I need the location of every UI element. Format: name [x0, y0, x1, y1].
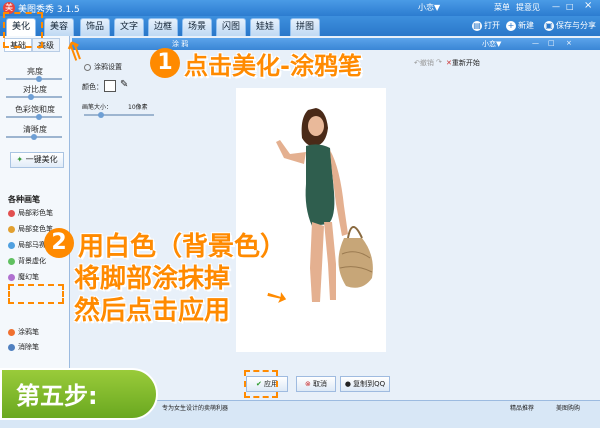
tab-scene[interactable]: 场景: [182, 18, 212, 36]
annotation-step-2-line3: 然后点击应用: [74, 296, 231, 326]
tab-frame[interactable]: 边框: [148, 18, 178, 36]
save-icon: ▣: [544, 20, 554, 31]
contrast-slider[interactable]: [6, 94, 62, 100]
cancel-icon: ⊗: [304, 380, 314, 388]
restart-label: 重新开始: [451, 59, 480, 67]
qq-icon: ●: [344, 380, 354, 388]
link-meitu-shop[interactable]: 美图购购: [556, 403, 580, 412]
window-maximize-button[interactable]: □: [548, 39, 555, 47]
feedback-button[interactable]: 提意见: [516, 2, 540, 13]
brush-item-doodle[interactable]: 涂鸦笔: [8, 325, 68, 339]
undo-button[interactable]: ↶撤销: [414, 58, 434, 68]
window-close-button[interactable]: ×: [566, 39, 572, 47]
minimize-button[interactable]: —: [552, 2, 560, 11]
tab-accessories[interactable]: 饰品: [80, 18, 110, 36]
slider-label-contrast: 对比度: [23, 85, 47, 94]
title-bar: 美 美图秀秀 3.1.5 小恋▼ 菜单 提意见 — □ ×: [0, 0, 600, 16]
tab-text[interactable]: 文字: [114, 18, 144, 36]
brush-icon: [8, 209, 15, 217]
save-share-button[interactable]: ▣ 保存与分享: [544, 20, 596, 31]
brush-label: 背景虚化: [18, 257, 46, 265]
slider-label-brightness: 亮度: [27, 67, 43, 76]
restart-button[interactable]: ✕重新开始: [446, 58, 480, 68]
wand-icon: ✦: [16, 155, 26, 164]
one-key-label: 一键美化: [25, 155, 58, 164]
open-button[interactable]: ▤ 打开: [472, 20, 500, 31]
slider-knob[interactable]: [36, 76, 42, 82]
brush-label: 消除笔: [18, 343, 39, 351]
folder-icon: ▤: [472, 20, 482, 31]
tab-collage[interactable]: 拼图: [290, 18, 320, 36]
brush-item-partial-color[interactable]: 局部彩色笔: [8, 206, 68, 220]
tab-flash[interactable]: 闪图: [216, 18, 246, 36]
highlight-beautify-tab: [3, 12, 43, 48]
slider-knob[interactable]: [28, 94, 34, 100]
settings-title-text: 涂鸦设置: [94, 63, 122, 71]
copy-label: 复制到QQ: [353, 380, 386, 388]
brush-icon: [8, 273, 15, 281]
status-promo[interactable]: 专为女生设计的卖萌利器: [162, 403, 228, 412]
color-swatch[interactable]: [104, 80, 116, 92]
left-panel: 基础 高级 亮度 对比度 色彩饱和度 清晰度 ✦ 一键美化 各种画笔 局部彩色笔…: [0, 36, 70, 400]
step-banner: 第五步:: [0, 368, 158, 420]
radio-icon: [84, 63, 91, 71]
redo-button[interactable]: ↷: [436, 58, 442, 66]
photo-canvas[interactable]: [236, 88, 386, 352]
brush-icon: [8, 343, 15, 351]
brush-label: 局部彩色笔: [18, 209, 53, 217]
open-label: 打开: [484, 21, 500, 30]
highlight-doodle-brush: [8, 284, 64, 304]
redo-icon: ↷: [436, 58, 442, 66]
cancel-label: 取消: [313, 380, 328, 388]
photo-image: [276, 108, 373, 302]
saturation-slider[interactable]: [6, 114, 62, 120]
annotation-step-1: 点击美化-涂鸦笔: [184, 52, 362, 80]
annotation-number-2: 2: [44, 228, 74, 258]
brush-label: 魔幻笔: [18, 273, 39, 281]
brush-size-value: 10像素: [128, 104, 148, 111]
slider-label-saturation: 色彩饱和度: [15, 105, 55, 114]
brush-size-label: 画笔大小：: [82, 104, 113, 111]
brush-icon: [8, 257, 15, 265]
plus-icon: +: [506, 20, 516, 31]
copy-to-qq-button[interactable]: ● 复制到QQ: [340, 376, 390, 392]
link-recommend[interactable]: 精品推荐: [510, 403, 534, 412]
brush-item-eraser[interactable]: 消除笔: [8, 340, 68, 354]
tab-doll[interactable]: 娃娃: [250, 18, 280, 36]
undo-label: 撤销: [419, 59, 434, 67]
maximize-button[interactable]: □: [566, 2, 574, 11]
highlight-apply-button: [244, 370, 278, 398]
brush-icon: [8, 241, 15, 249]
user-menu[interactable]: 小恋▼: [418, 2, 440, 13]
window-user-menu[interactable]: 小恋▼: [482, 39, 501, 49]
brush-label: 涂鸦笔: [18, 328, 39, 336]
settings-title: 涂鸦设置: [84, 62, 122, 72]
annotation-number-1: 1: [150, 48, 180, 78]
menu-button[interactable]: 菜单: [494, 2, 510, 13]
brush-size-slider[interactable]: [84, 112, 154, 118]
slider-knob[interactable]: [98, 112, 104, 118]
brush-item-magic[interactable]: 魔幻笔: [8, 270, 68, 284]
color-label: 颜色：: [82, 83, 103, 91]
close-button[interactable]: ×: [584, 0, 592, 11]
new-label: 新建: [518, 21, 534, 30]
tab-beauty[interactable]: 美容: [44, 18, 74, 36]
brush-section-title: 各种画笔: [8, 195, 40, 204]
eyedropper-icon[interactable]: ✎: [120, 79, 128, 90]
one-key-beautify-button[interactable]: ✦ 一键美化: [10, 152, 64, 168]
window-minimize-button[interactable]: —: [532, 39, 539, 47]
cancel-button[interactable]: ⊗ 取消: [296, 376, 336, 392]
slider-knob[interactable]: [31, 134, 37, 140]
brush-icon: [8, 225, 15, 233]
main-tab-bar: 美化 美容 饰品 文字 边框 场景 闪图 娃娃 拼图 ▤ 打开 + 新建 ▣ 保存与分…: [0, 16, 600, 36]
brightness-slider[interactable]: [6, 76, 62, 82]
sharpness-slider[interactable]: [6, 134, 62, 140]
new-button[interactable]: + 新建: [506, 20, 534, 31]
slider-knob[interactable]: [36, 114, 42, 120]
save-label: 保存与分享: [556, 21, 596, 30]
brush-icon: [8, 328, 15, 336]
